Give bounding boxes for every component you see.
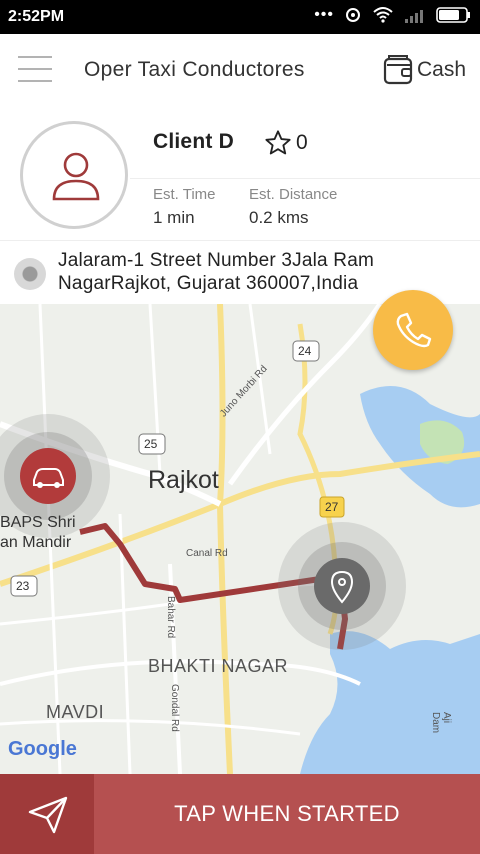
map-city-label: Rajkot bbox=[148, 466, 219, 494]
signal-icon bbox=[405, 10, 423, 23]
phone-icon bbox=[396, 312, 432, 348]
status-bar: 2:52PM ••• bbox=[0, 0, 480, 34]
address-text: Jalaram-1 Street Number 3Jala Ram NagarR… bbox=[58, 250, 374, 294]
map-view[interactable]: Rajkot BHAKTI NAGAR MAVDI BAPS Shri an M… bbox=[0, 304, 480, 774]
send-icon bbox=[28, 796, 68, 834]
bottom-action-bar: TAP WHEN STARTED bbox=[0, 774, 480, 854]
client-name: Client D bbox=[153, 130, 234, 153]
map-area-bhakti: BHAKTI NAGAR bbox=[148, 656, 289, 676]
user-icon bbox=[52, 152, 100, 201]
est-time-label: Est. Time bbox=[153, 186, 216, 203]
menu-button[interactable] bbox=[18, 56, 52, 84]
divider bbox=[130, 178, 480, 179]
rating-value: 0 bbox=[296, 131, 308, 154]
sync-icon bbox=[346, 8, 360, 22]
location-dot-icon bbox=[14, 258, 46, 290]
road-minor-8 bbox=[0, 719, 301, 736]
map-shield-23: 23 bbox=[16, 579, 30, 593]
map-shield-25: 25 bbox=[144, 437, 158, 451]
map-road-canal: Canal Rd bbox=[186, 548, 228, 559]
wallet-icon bbox=[383, 55, 413, 85]
payment-method[interactable]: Cash bbox=[383, 54, 466, 86]
app-toolbar: Oper Taxi Conductores Cash bbox=[0, 34, 480, 109]
client-card: Client D 0 Est. Time 1 min Est. Distance… bbox=[0, 108, 480, 240]
menu-icon bbox=[18, 56, 52, 58]
status-icons: ••• bbox=[314, 6, 472, 24]
avatar bbox=[20, 121, 128, 229]
star-icon bbox=[265, 130, 291, 155]
payment-label: Cash bbox=[416, 58, 466, 81]
status-time: 2:52PM bbox=[8, 8, 65, 25]
map-shield-27: 27 bbox=[325, 500, 339, 514]
map-road-aji-dam: Aji Dam bbox=[430, 712, 452, 734]
call-button[interactable] bbox=[373, 290, 453, 370]
est-distance-label: Est. Distance bbox=[249, 186, 338, 203]
car-marker bbox=[20, 448, 76, 504]
client-rating: 0 bbox=[264, 129, 308, 157]
google-logo: Google bbox=[8, 738, 77, 760]
navigate-button[interactable] bbox=[0, 774, 94, 854]
more-icon: ••• bbox=[314, 6, 334, 23]
est-time-value: 1 min bbox=[153, 208, 195, 227]
map-road-gondal: Gondal Rd bbox=[169, 684, 180, 732]
battery-icon bbox=[436, 7, 470, 23]
map-road-bahar: Bahar Rd bbox=[165, 596, 176, 639]
page-title: Oper Taxi Conductores bbox=[84, 58, 305, 81]
tap-when-started-button[interactable]: TAP WHEN STARTED bbox=[94, 774, 480, 854]
map-shield-24: 24 bbox=[298, 344, 312, 358]
map-place-baps-2: an Mandir bbox=[0, 534, 72, 551]
road-major-2 bbox=[216, 304, 233, 774]
map-area-mavdi: MAVDI bbox=[46, 702, 105, 722]
est-distance-value: 0.2 kms bbox=[249, 208, 309, 227]
map-place-baps-1: BAPS Shri bbox=[0, 514, 76, 531]
lake-shape bbox=[300, 631, 480, 774]
wifi-icon bbox=[373, 7, 393, 23]
